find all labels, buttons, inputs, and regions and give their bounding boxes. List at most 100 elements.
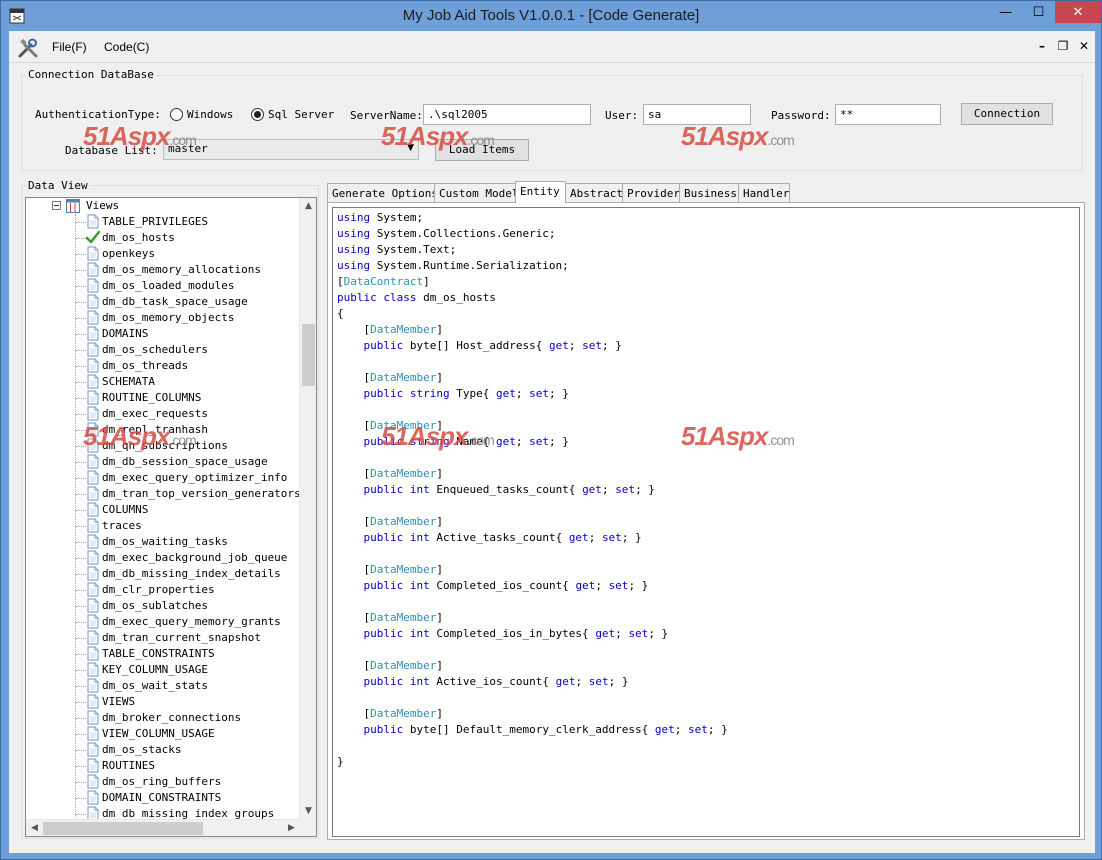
radio-sql-server-label[interactable]: Sql Server: [268, 108, 334, 121]
code-line: [DataMember]: [337, 419, 443, 432]
tree-connector: [76, 478, 86, 479]
code-line: [DataMember]: [337, 611, 443, 624]
tree-connector: [76, 622, 86, 623]
tree-connector: [76, 670, 86, 671]
mdi-close-button[interactable]: ✕: [1077, 39, 1091, 53]
collapse-icon[interactable]: [52, 201, 61, 210]
document-icon: [87, 294, 99, 309]
document-icon: [87, 342, 99, 357]
code-line: [DataContract]: [337, 275, 430, 288]
tree-item-label: dm_db_session_space_usage: [102, 455, 268, 468]
menu-file[interactable]: File(F): [52, 40, 87, 54]
document-icon: [87, 582, 99, 597]
tree-connector: [76, 750, 86, 751]
tree-item-label: dm_os_stacks: [102, 743, 182, 756]
radio-windows[interactable]: [170, 108, 183, 121]
title-bar[interactable]: My Job Aid Tools V1.0.0.1 - [Code Genera…: [1, 1, 1101, 31]
views-folder-icon: [66, 199, 80, 213]
tab-abstract[interactable]: Abstract: [565, 183, 623, 203]
tree-item-label: dm_exec_background_job_queue: [102, 551, 288, 564]
tree-connector: [76, 654, 86, 655]
minimize-window-button[interactable]: —: [989, 1, 1022, 23]
load-items-button[interactable]: Load Items: [435, 139, 529, 161]
tab-generate-options[interactable]: Generate Options: [327, 183, 438, 203]
document-icon: [87, 710, 99, 725]
code-line: using System;: [337, 211, 424, 224]
code-line: using System.Collections.Generic;: [337, 227, 556, 240]
document-icon: [87, 566, 99, 581]
document-icon: [87, 518, 99, 533]
database-list-select[interactable]: master ▼: [163, 139, 419, 160]
document-icon: [87, 662, 99, 677]
document-icon: [87, 806, 99, 820]
code-line: public string Type{ get; set; }: [363, 387, 569, 400]
tree-item-label: ROUTINE_COLUMNS: [102, 391, 202, 404]
tab-business[interactable]: Business: [679, 183, 739, 203]
tree-connector: [76, 590, 86, 591]
scroll-right-icon[interactable]: ▶: [283, 820, 300, 836]
scroll-thumb[interactable]: [302, 324, 315, 386]
tab-custom-model[interactable]: Custom Model: [434, 183, 518, 203]
code-editor[interactable]: using System; using System.Collections.Ge…: [332, 207, 1080, 837]
maximize-window-button[interactable]: ☐: [1022, 1, 1055, 23]
tree-item-label: dm_db_missing_index_details: [102, 567, 281, 580]
auth-type-label: AuthenticationType:: [35, 108, 161, 121]
tree-item-label: dm_exec_requests: [102, 407, 208, 420]
tree-connector: [76, 334, 86, 335]
tab-handler[interactable]: Handler: [738, 183, 790, 203]
code-line: public byte[] Host_address{ get; set; }: [363, 339, 622, 352]
tree-connector: [76, 718, 86, 719]
scroll-left-icon[interactable]: ◀: [26, 820, 43, 836]
data-view-tree[interactable]: Views TABLE_PRIVILEGES dm_os_hosts openkey…: [25, 197, 317, 837]
connection-button[interactable]: Connection: [961, 103, 1053, 125]
code-line: [DataMember]: [337, 371, 443, 384]
document-icon: [87, 614, 99, 629]
code-line: [DataMember]: [337, 659, 443, 672]
tree-item-label: COLUMNS: [102, 503, 149, 516]
tree-item-label: dm_db_missing_index_groups: [102, 807, 275, 820]
data-view-group-title: Data View: [26, 179, 90, 192]
tree-connector: [76, 366, 86, 367]
checkmark-icon: [86, 230, 100, 244]
tree-connector: [76, 510, 86, 511]
tree-connector: [76, 766, 86, 767]
tree-item-label: dm_os_sublatches: [102, 599, 208, 612]
tree-item-label: dm_os_memory_allocations: [102, 263, 261, 276]
code-line: [DataMember]: [337, 563, 443, 576]
document-icon: [87, 534, 99, 549]
tree-item-label: TABLE_CONSTRAINTS: [102, 647, 215, 660]
server-name-label: ServerName:: [350, 109, 423, 122]
tools-icon[interactable]: [17, 37, 39, 59]
tree-item-label: dm_clr_properties: [102, 583, 215, 596]
tree-connector: [76, 430, 86, 431]
user-input[interactable]: [643, 104, 751, 125]
scroll-thumb-horizontal[interactable]: [43, 822, 203, 835]
tree-connector: [76, 350, 86, 351]
tree-item-label: dm_qn_subscriptions: [102, 439, 228, 452]
code-line: using System.Text;: [337, 243, 457, 256]
document-icon: [87, 470, 99, 485]
radio-windows-label[interactable]: Windows: [187, 108, 233, 121]
tree-item-label: dm_os_wait_stats: [102, 679, 208, 692]
server-name-input[interactable]: [423, 104, 591, 125]
scroll-down-icon[interactable]: ▼: [300, 803, 316, 820]
tree-horizontal-scrollbar[interactable]: ◀ ▶: [26, 819, 300, 836]
menu-code[interactable]: Code(C): [104, 40, 149, 54]
close-window-button[interactable]: ✕: [1055, 1, 1101, 23]
tree-connector: [76, 638, 86, 639]
tree-item-label: KEY_COLUMN_USAGE: [102, 663, 208, 676]
user-label: User:: [605, 109, 639, 122]
mdi-restore-button[interactable]: ❐: [1056, 39, 1070, 53]
scroll-up-icon[interactable]: ▲: [300, 198, 316, 215]
code-line: [DataMember]: [337, 323, 443, 336]
mdi-minimize-button[interactable]: –: [1035, 39, 1049, 53]
document-icon: [87, 262, 99, 277]
tree-content: Views TABLE_PRIVILEGES dm_os_hosts openkey…: [26, 198, 300, 820]
tree-vertical-scrollbar[interactable]: ▲ ▼: [299, 198, 316, 820]
tree-connector: [76, 446, 86, 447]
document-icon: [87, 630, 99, 645]
password-input[interactable]: [835, 104, 941, 125]
radio-sql-server[interactable]: [251, 108, 264, 121]
tab-provider[interactable]: Provider: [622, 183, 680, 203]
tab-entity[interactable]: Entity: [515, 181, 566, 203]
